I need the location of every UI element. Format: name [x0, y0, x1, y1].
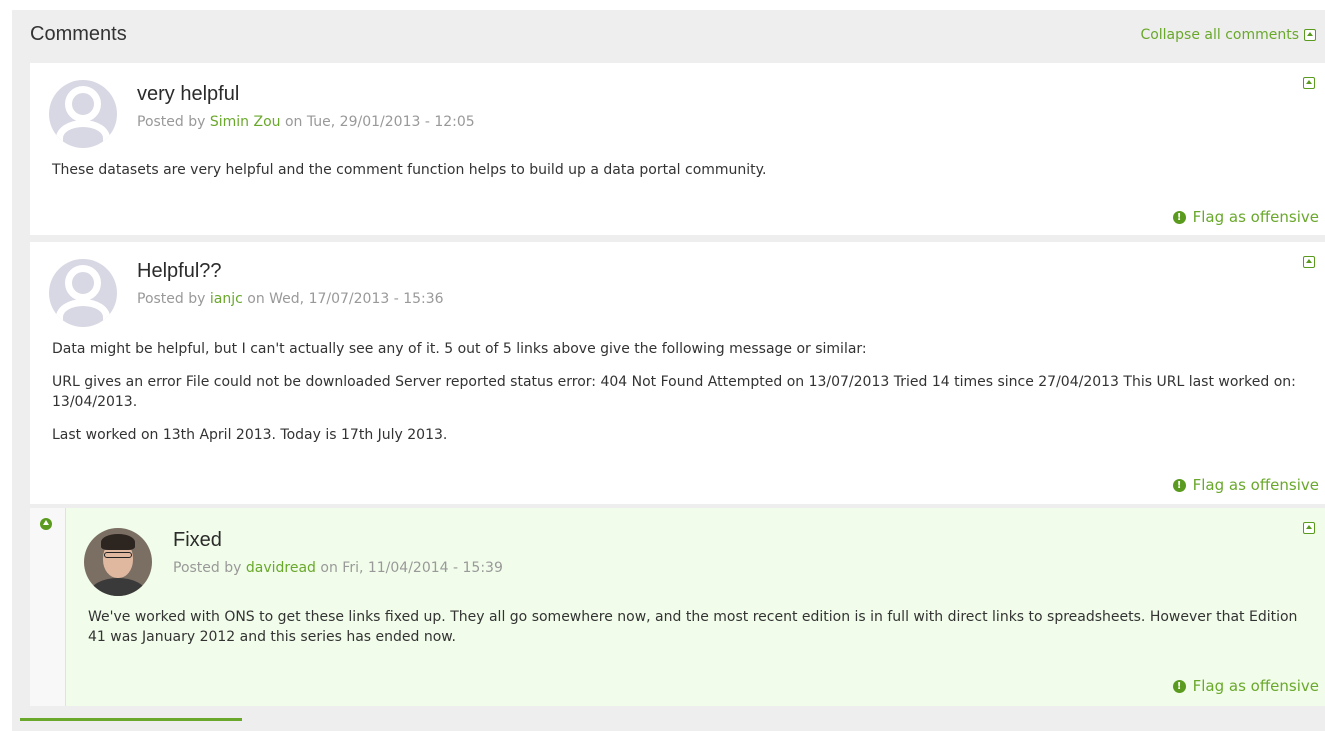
- flag-as-offensive-link[interactable]: ! Flag as offensive: [1172, 208, 1319, 226]
- reply-indent-gutter: [30, 508, 66, 706]
- flag-as-offensive-link[interactable]: ! Flag as offensive: [1172, 476, 1319, 494]
- comment-paragraph: Last worked on 13th April 2013. Today is…: [52, 427, 448, 443]
- exclamation-circle-icon: !: [1172, 679, 1186, 693]
- arrow-up-circle-icon[interactable]: [40, 518, 52, 530]
- comment-body: Data might be helpful, but I can't actua…: [52, 339, 1297, 458]
- comment-meta: Posted by Simin Zou on Tue, 29/01/2013 -…: [137, 114, 475, 130]
- reply-comment-item: Fixed Posted by davidread on Fri, 11/04/…: [30, 508, 1325, 706]
- comment-title: Helpful??: [137, 260, 222, 282]
- comment-paragraph: URL gives an error File could not be dow…: [52, 374, 1296, 410]
- posted-by-label: Posted by: [173, 560, 242, 576]
- comment-body: We've worked with ONS to get these links…: [88, 607, 1313, 660]
- posted-by-label: Posted by: [137, 114, 206, 130]
- comment-title: Fixed: [173, 529, 222, 551]
- collapse-comment-icon[interactable]: [1303, 256, 1315, 268]
- flag-as-offensive-link[interactable]: ! Flag as offensive: [1172, 677, 1319, 695]
- add-comment-button[interactable]: [20, 718, 242, 721]
- comment-author-link[interactable]: Simin Zou: [210, 114, 281, 130]
- comment-item: Helpful?? Posted by ianjc on Wed, 17/07/…: [30, 242, 1325, 504]
- exclamation-circle-icon: !: [1172, 210, 1186, 224]
- comment-date: on Fri, 11/04/2014 - 15:39: [320, 560, 503, 576]
- collapse-box-icon: [1304, 29, 1316, 41]
- comments-header: Comments Collapse all comments: [12, 10, 1325, 62]
- comment-meta: Posted by ianjc on Wed, 17/07/2013 - 15:…: [137, 291, 444, 307]
- comment-date: on Tue, 29/01/2013 - 12:05: [284, 114, 475, 130]
- comment-body: These datasets are very helpful and the …: [52, 160, 1312, 193]
- flag-label: Flag as offensive: [1192, 208, 1319, 226]
- comments-title: Comments: [30, 23, 127, 45]
- comment-paragraph: Data might be helpful, but I can't actua…: [52, 341, 867, 357]
- posted-by-label: Posted by: [137, 291, 206, 307]
- comment-meta: Posted by davidread on Fri, 11/04/2014 -…: [173, 560, 503, 576]
- collapse-comment-icon[interactable]: [1303, 522, 1315, 534]
- comment-paragraph: We've worked with ONS to get these links…: [88, 609, 1298, 645]
- comments-panel: Comments Collapse all comments very help…: [12, 10, 1325, 731]
- flag-label: Flag as offensive: [1192, 476, 1319, 494]
- comment-paragraph: These datasets are very helpful and the …: [52, 162, 767, 178]
- collapse-comment-icon[interactable]: [1303, 77, 1315, 89]
- flag-label: Flag as offensive: [1192, 677, 1319, 695]
- user-placeholder-icon: [49, 259, 117, 327]
- exclamation-circle-icon: !: [1172, 478, 1186, 492]
- comment-title: very helpful: [137, 83, 240, 105]
- comment-author-link[interactable]: ianjc: [210, 291, 243, 307]
- comment-date: on Wed, 17/07/2013 - 15:36: [247, 291, 444, 307]
- collapse-all-comments-link[interactable]: Collapse all comments: [1140, 27, 1316, 43]
- collapse-all-label: Collapse all comments: [1140, 27, 1299, 43]
- comment-author-link[interactable]: davidread: [246, 560, 316, 576]
- avatar: [84, 528, 152, 596]
- user-placeholder-icon: [49, 80, 117, 148]
- comment-item: very helpful Posted by Simin Zou on Tue,…: [30, 63, 1325, 235]
